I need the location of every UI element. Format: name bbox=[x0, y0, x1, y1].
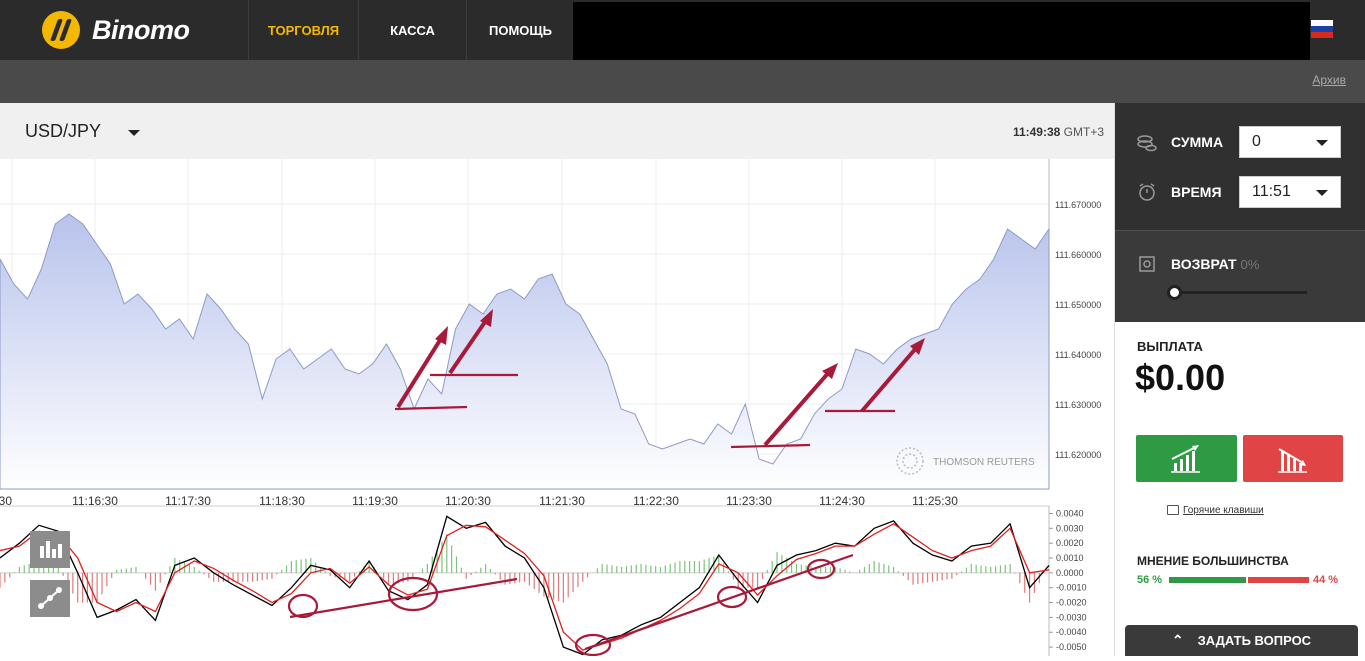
majority-down-percent: 44 % bbox=[1313, 574, 1339, 586]
indicator-tick-label: -0.0040 bbox=[1056, 627, 1087, 637]
logo[interactable]: Binomo bbox=[0, 0, 248, 60]
indicator-tick-label: 0.0030 bbox=[1056, 523, 1084, 533]
time-label: ВРЕМЯ bbox=[1171, 184, 1222, 200]
top-bar: Binomo ТОРГОВЛЯ КАССА ПОМОЩЬ bbox=[0, 0, 1365, 62]
indicator-axis-labels: 0.0040 0.0030 0.0020 0.0010 0.0000 -0.0010 -0.… bbox=[1056, 508, 1087, 652]
nav-cashier[interactable]: КАССА bbox=[358, 0, 466, 60]
time-tick-label: 11:25:30 bbox=[912, 494, 958, 508]
nav-help[interactable]: ПОМОЩЬ bbox=[466, 0, 574, 60]
indicator-tick-label: -0.0010 bbox=[1056, 583, 1087, 593]
time-tick-label: 11:17:30 bbox=[165, 494, 211, 508]
time-tick-label: 11:16:30 bbox=[72, 494, 118, 508]
coins-icon bbox=[1137, 134, 1157, 152]
indicators-button[interactable] bbox=[30, 531, 70, 568]
chevron-up-icon: ⌃ bbox=[1171, 632, 1184, 648]
price-tick-label: 111.660000 bbox=[1055, 250, 1101, 260]
indicator-tick-label: 0.0010 bbox=[1056, 553, 1084, 563]
time-tick-label: 11:21:30 bbox=[539, 494, 585, 508]
refund-slider-handle[interactable] bbox=[1167, 285, 1182, 300]
refund-label: ВОЗВРАТ 0% bbox=[1171, 256, 1259, 272]
price-tick-label: 111.650000 bbox=[1055, 300, 1101, 310]
safe-icon bbox=[1137, 255, 1157, 273]
sub-bar: Архив bbox=[0, 60, 1365, 103]
call-up-button[interactable] bbox=[1136, 435, 1237, 482]
macd-line bbox=[0, 515, 1050, 656]
refund-label-text: ВОЗВРАТ bbox=[1171, 256, 1237, 272]
majority-down-bar bbox=[1248, 577, 1309, 583]
indicator-tick-label: 0.0040 bbox=[1056, 508, 1084, 518]
clock-tz: GMT+3 bbox=[1063, 125, 1104, 139]
put-down-button[interactable] bbox=[1243, 435, 1343, 482]
payout-label: ВЫПЛАТА bbox=[1137, 339, 1203, 354]
payout-value: $0.00 bbox=[1135, 357, 1226, 398]
price-tick-label: 111.670000 bbox=[1055, 200, 1101, 210]
hotkeys-link[interactable]: Горячие клавиши bbox=[1183, 505, 1264, 516]
time-tick-label: 5:30 bbox=[0, 494, 12, 508]
time-value: 11:51 bbox=[1252, 183, 1291, 200]
keyboard-icon bbox=[1167, 505, 1179, 515]
bar-chart-icon bbox=[40, 541, 62, 558]
indicator-tick-label: 0.0020 bbox=[1056, 538, 1084, 548]
indicator-tick-label: -0.0030 bbox=[1056, 612, 1087, 622]
binomo-logo-icon bbox=[42, 11, 80, 49]
price-tick-label: 111.620000 bbox=[1055, 450, 1101, 460]
trade-panel: СУММА 0 ВРЕМЯ 11:51 ВОЗВРАТ 0% ВЫПЛАТА $… bbox=[1114, 103, 1365, 656]
time-tick-label: 11:20:30 bbox=[445, 494, 491, 508]
indicator-tick-label: -0.0020 bbox=[1056, 598, 1087, 608]
price-area bbox=[0, 213, 1050, 490]
archive-link[interactable]: Архив bbox=[1312, 73, 1346, 87]
clock-time: 11:49:38 bbox=[1012, 125, 1061, 139]
chevron-down-icon bbox=[1316, 140, 1328, 146]
refund-section: ВОЗВРАТ 0% bbox=[1115, 230, 1365, 322]
amount-label: СУММА bbox=[1171, 134, 1224, 150]
price-chart[interactable]: 111.670000 111.660000 111.650000 111.640000… bbox=[0, 159, 1114, 657]
refund-slider-track[interactable] bbox=[1173, 291, 1307, 294]
chevron-down-icon bbox=[1316, 190, 1328, 196]
amount-value: 0 bbox=[1252, 133, 1261, 150]
chart-area[interactable]: 111.670000 111.660000 111.650000 111.640000… bbox=[0, 159, 1114, 657]
majority-up-percent: 56 % bbox=[1137, 574, 1163, 586]
trend-up-icon bbox=[1171, 445, 1200, 473]
time-tick-label: 11:24:30 bbox=[819, 494, 865, 508]
majority-label: МНЕНИЕ БОЛЬШИНСТВА bbox=[1137, 554, 1289, 568]
ask-question-label: ЗАДАТЬ ВОПРОС bbox=[1197, 633, 1312, 648]
signal-line bbox=[0, 523, 1050, 651]
chevron-down-icon[interactable] bbox=[128, 130, 140, 136]
trend-line-icon bbox=[38, 587, 62, 609]
asset-selector[interactable]: USD/JPY bbox=[25, 121, 101, 142]
indicator-grid bbox=[0, 505, 1053, 656]
redacted-area bbox=[573, 2, 1310, 62]
price-tick-label: 111.630000 bbox=[1055, 400, 1101, 410]
macd-histogram bbox=[0, 534, 1045, 603]
majority-up-bar bbox=[1169, 577, 1246, 583]
time-select[interactable]: 11:51 bbox=[1239, 176, 1341, 208]
refund-value: 0% bbox=[1240, 257, 1260, 272]
alarm-clock-icon bbox=[1137, 183, 1157, 201]
drawing-tools-button[interactable] bbox=[30, 580, 70, 617]
time-tick-label: 11:23:30 bbox=[726, 494, 772, 508]
time-tick-label: 11:19:30 bbox=[352, 494, 398, 508]
amount-time-section: СУММА 0 ВРЕМЯ 11:51 bbox=[1115, 103, 1365, 230]
amount-select[interactable]: 0 bbox=[1239, 126, 1341, 158]
time-tick-label: 11:22:30 bbox=[633, 494, 679, 508]
chart-header: USD/JPY 11:49:38 GMT+3 bbox=[0, 103, 1114, 159]
server-clock: 11:49:38 GMT+3 bbox=[1013, 125, 1104, 139]
nav-trading[interactable]: ТОРГОВЛЯ bbox=[248, 0, 358, 60]
svg-text:THOMSON REUTERS: THOMSON REUTERS bbox=[933, 457, 1035, 468]
price-tick-label: 111.640000 bbox=[1055, 350, 1101, 360]
time-tick-label: 11:18:30 bbox=[259, 494, 305, 508]
indicator-tick-label: 0.0000 bbox=[1056, 568, 1084, 578]
brand-name: Binomo bbox=[92, 14, 190, 45]
language-flag-icon[interactable] bbox=[1311, 20, 1333, 38]
indicator-tick-label: -0.0050 bbox=[1056, 642, 1087, 652]
trend-down-icon bbox=[1278, 448, 1307, 473]
ask-question-button[interactable]: ⌃ ЗАДАТЬ ВОПРОС bbox=[1125, 625, 1358, 656]
price-axis-labels: 111.670000 111.660000 111.650000 111.640000… bbox=[1055, 200, 1101, 460]
